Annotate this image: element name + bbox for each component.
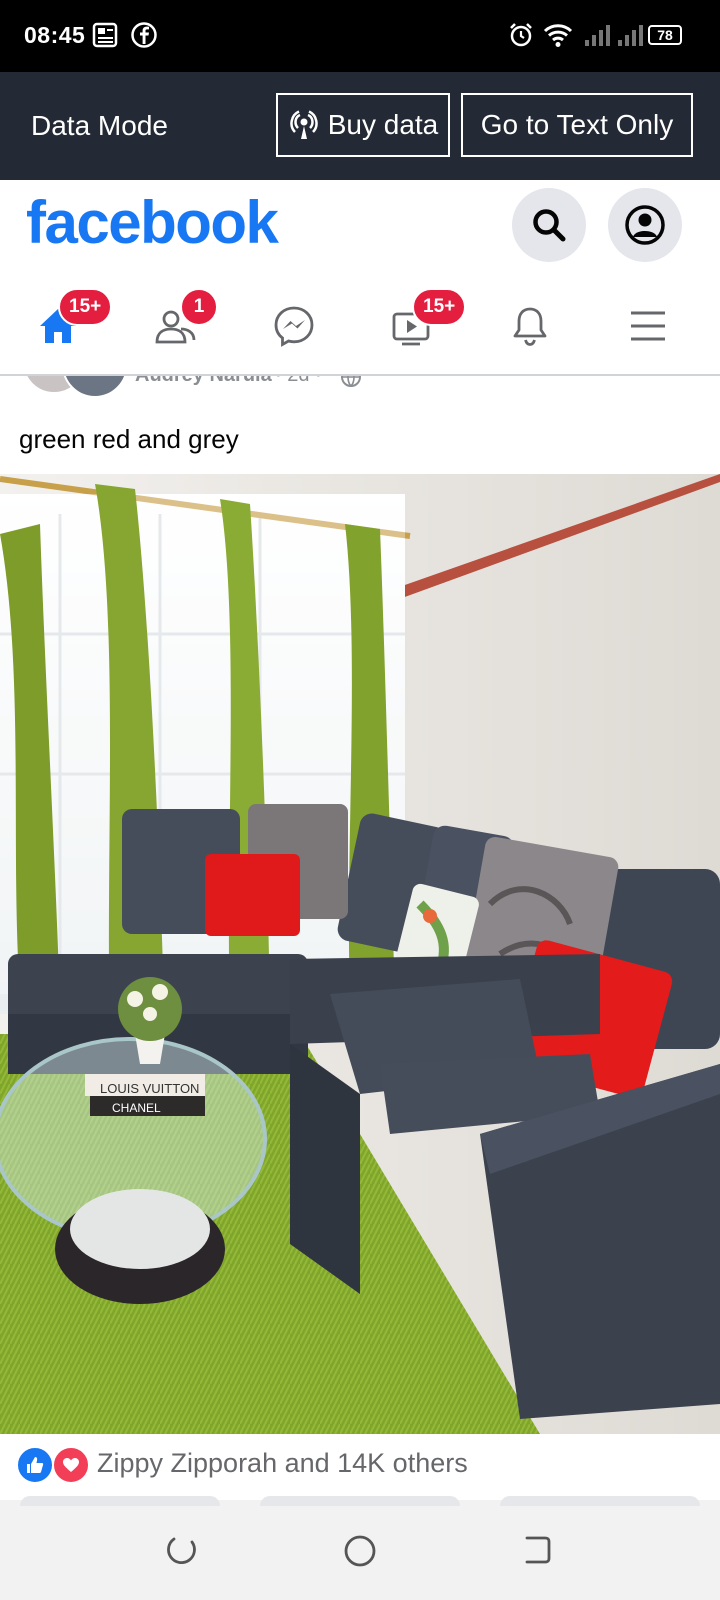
tab-friends[interactable]: 1 (136, 288, 218, 362)
profile-button[interactable] (608, 188, 682, 262)
tab-watch[interactable]: 15+ (372, 288, 467, 362)
post-photo[interactable]: LOUIS VUITTON CHANEL (0, 474, 720, 1434)
book-label-lv: LOUIS VUITTON (100, 1081, 199, 1096)
search-icon (533, 209, 566, 242)
facebook-logo[interactable]: facebook (26, 188, 279, 257)
home-badge: 15+ (58, 288, 113, 326)
status-bar: 08:45 78 (0, 0, 720, 72)
text-only-button[interactable]: Go to Text Only (461, 93, 693, 157)
reactions-row[interactable]: Zippy Zipporah and 14K others (0, 1434, 720, 1500)
signal-icon (585, 25, 610, 46)
bell-icon (513, 307, 547, 346)
data-mode-label: Data Mode (31, 110, 168, 141)
tab-notifications[interactable] (490, 290, 570, 362)
friends-badge: 1 (180, 288, 218, 326)
avatar[interactable] (62, 376, 128, 396)
facebook-icon (131, 22, 157, 48)
buy-data-button[interactable]: Buy data (276, 93, 450, 157)
search-button[interactable] (512, 188, 586, 262)
action-button-peek (500, 1496, 700, 1506)
battery-level: 78 (657, 27, 673, 43)
tab-home[interactable]: 15+ (18, 288, 113, 362)
back-icon[interactable] (521, 1534, 553, 1566)
post-text: green red and grey (19, 424, 239, 454)
post-header: Audrey Narula · 2d · (0, 376, 720, 396)
action-button-peek (20, 1496, 220, 1506)
data-mode-bar: Data Mode Buy data Go to Text Only (0, 72, 720, 180)
globe-icon (341, 376, 361, 388)
messenger-icon (274, 306, 314, 347)
system-navigation-bar (0, 1496, 720, 1600)
love-reaction-icon (52, 1446, 90, 1484)
tab-menu[interactable] (608, 290, 688, 362)
post-time: · 2d · (275, 376, 322, 387)
news-icon (92, 22, 118, 48)
like-reaction-icon (16, 1446, 54, 1484)
nav-tabs: 15+ 1 15+ (0, 278, 720, 376)
tab-messenger[interactable] (254, 290, 334, 362)
post-time-value: 2d (287, 376, 309, 386)
living-room-photo: LOUIS VUITTON CHANEL (0, 474, 720, 1434)
action-button-peek (260, 1496, 460, 1506)
broadcast-icon (290, 110, 318, 139)
battery-icon: 78 (648, 25, 682, 45)
alarm-icon (510, 23, 532, 47)
post-author[interactable]: Audrey Narula (135, 376, 272, 387)
hamburger-menu-icon (631, 311, 665, 341)
wifi-icon (543, 24, 573, 47)
user-circle-icon (625, 205, 665, 245)
app-header: facebook (0, 180, 720, 278)
watch-badge: 15+ (412, 288, 467, 326)
buy-data-label: Buy data (327, 109, 439, 140)
home-button-icon[interactable] (343, 1534, 377, 1568)
recent-apps-icon[interactable] (166, 1534, 198, 1566)
book-label-chanel: CHANEL (112, 1101, 161, 1115)
text-only-label: Go to Text Only (480, 109, 674, 140)
reactions-text: Zippy Zipporah and 14K others (97, 1448, 468, 1478)
signal-icon (618, 25, 643, 46)
status-time: 08:45 (24, 22, 86, 48)
